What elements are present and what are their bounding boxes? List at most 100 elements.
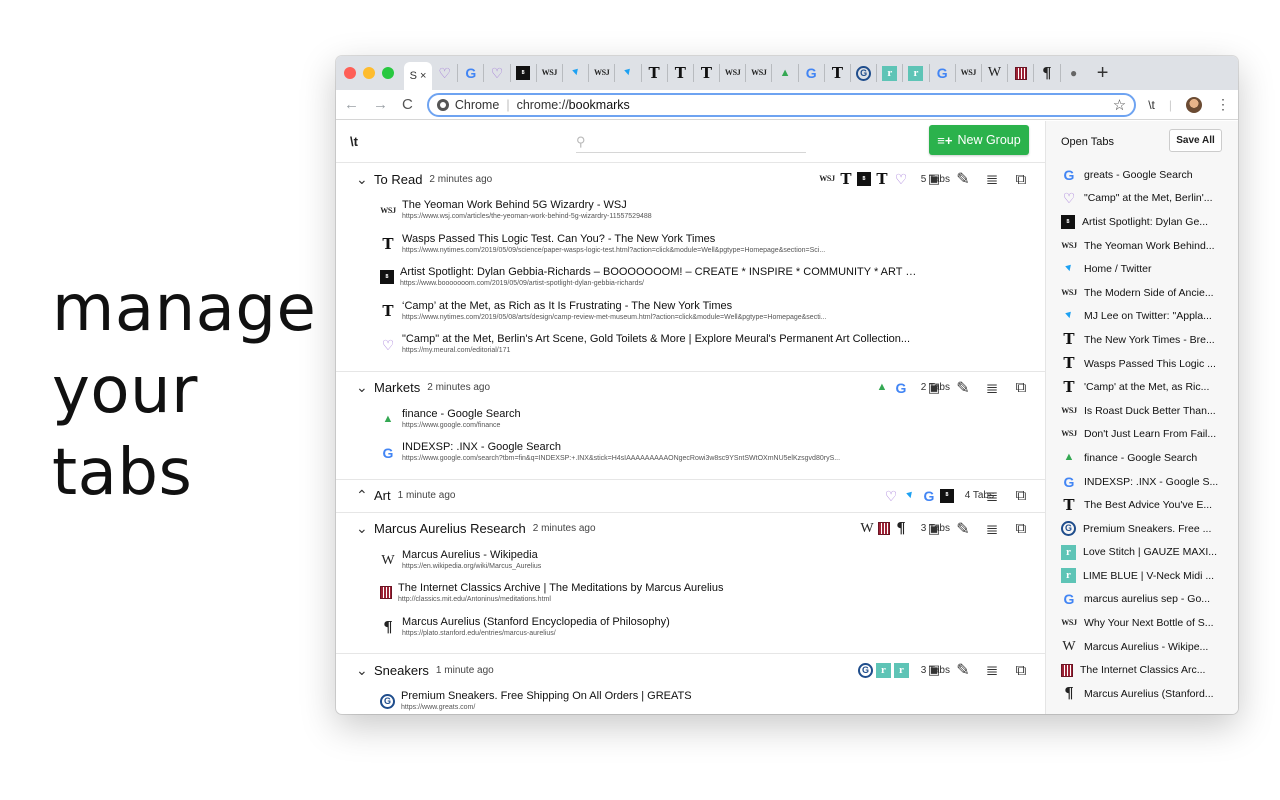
item-title[interactable]: "Camp" at the Met, Berlin's Art Scene, G… [402, 332, 922, 346]
pinned-tab[interactable]: G [851, 64, 878, 82]
pinned-tab[interactable]: ♡ [484, 64, 511, 82]
trash-icon[interactable]: ▣ [926, 380, 942, 396]
group-name[interactable]: Marcus Aurelius Research [374, 521, 526, 536]
open-tab-item[interactable]: ▼ Home / Twitter [1046, 257, 1238, 281]
open-tab-item[interactable]: T The Best Advice You've E... [1046, 493, 1238, 517]
new-group-button[interactable]: ≡+ New Group [929, 125, 1029, 155]
minimize-window-button[interactable] [363, 67, 375, 79]
open-tab-item[interactable]: W Marcus Aurelius - Wikipe... [1046, 635, 1238, 659]
open-tab-item[interactable]: r Love Stitch | GAUZE MAXI... [1046, 541, 1238, 565]
open-tab-item[interactable]: WSJ The Modern Side of Ancie... [1046, 281, 1238, 305]
pinned-tab[interactable]: WSJ [589, 64, 616, 82]
open-external-icon[interactable]: ⧉ [1013, 171, 1029, 188]
open-tab-item[interactable]: ♡ "Camp" at the Met, Berlin'... [1046, 187, 1238, 211]
profile-avatar[interactable] [1186, 96, 1202, 113]
pinned-tab[interactable]: ● [1061, 64, 1087, 82]
open-tab-item[interactable]: r LIME BLUE | V-Neck Midi ... [1046, 564, 1238, 588]
pinned-tab[interactable]: G [458, 64, 485, 82]
pinned-tab[interactable]: G [930, 64, 956, 82]
pinned-tab[interactable]: ▼ [563, 64, 590, 82]
group-name[interactable]: To Read [374, 172, 422, 187]
pinned-tab[interactable]: T [668, 64, 694, 82]
chevron-down-icon[interactable]: ⌄ [356, 520, 372, 537]
menu-dots-icon[interactable]: ⋮ [1216, 96, 1230, 113]
group-name[interactable]: Art [374, 488, 391, 503]
pinned-tab[interactable]: WSJ [537, 64, 563, 82]
close-tab-icon[interactable]: × [420, 70, 426, 82]
pinned-tab[interactable] [1008, 64, 1035, 82]
open-tab-item[interactable]: Ggreats - Google Search [1046, 163, 1238, 187]
list-icon[interactable]: ≣ [984, 488, 1000, 505]
pinned-tab[interactable]: G [799, 64, 825, 82]
pinned-tab[interactable]: ▼ [615, 64, 642, 82]
extension-button[interactable]: \t [1148, 98, 1155, 112]
group-name[interactable]: Markets [374, 380, 420, 395]
item-title[interactable]: INDEXSP: .INX - Google Search [402, 440, 922, 454]
open-tab-item[interactable]: The Internet Classics Arc... [1046, 658, 1238, 682]
pencil-icon[interactable]: ✎ [955, 380, 971, 397]
item-title[interactable]: Premium Sneakers. Free Shipping On All O… [401, 689, 921, 703]
trash-icon[interactable]: ▣ [926, 171, 942, 187]
list-item[interactable]: W Marcus Aurelius - Wikipedia https://en.w… [380, 545, 1045, 579]
pencil-icon[interactable]: ✎ [955, 521, 971, 538]
back-icon[interactable]: ← [344, 96, 359, 113]
zoom-window-button[interactable] [382, 67, 394, 79]
forward-icon[interactable]: → [373, 96, 388, 113]
pinned-tab[interactable]: WSJ [956, 64, 982, 82]
open-tab-item[interactable]: G Premium Sneakers. Free ... [1046, 517, 1238, 541]
chevron-down-icon[interactable]: ⌄ [356, 379, 372, 396]
list-icon[interactable]: ≣ [984, 521, 1000, 538]
open-tab-item[interactable]: ▲ finance - Google Search [1046, 446, 1238, 470]
list-icon[interactable]: ≣ [984, 380, 1000, 397]
pencil-icon[interactable]: ✎ [955, 171, 971, 188]
open-external-icon[interactable]: ⧉ [1013, 520, 1029, 537]
open-tab-item[interactable]: WSJ Why Your Next Bottle of S... [1046, 611, 1238, 635]
bookmark-star-icon[interactable]: ☆ [1113, 96, 1126, 114]
pinned-tab[interactable]: T [825, 64, 851, 82]
open-tab-item[interactable]: T Wasps Passed This Logic ... [1046, 352, 1238, 376]
open-tab-item[interactable]: T The New York Times - Bre... [1046, 328, 1238, 352]
save-all-button[interactable]: Save All [1169, 129, 1222, 152]
list-item[interactable]: The Internet Classics Archive | The Medi… [380, 578, 1045, 612]
open-tab-item[interactable]: B Artist Spotlight: Dylan Ge... [1046, 210, 1238, 234]
chevron-down-icon[interactable]: ⌄ [356, 171, 372, 188]
search-input[interactable]: ⚲ [576, 131, 806, 153]
list-item[interactable]: ¶ Marcus Aurelius (Stanford Encyclopedia … [380, 612, 1045, 646]
list-item[interactable]: G Premium Sneakers. Free Shipping On All … [380, 686, 1045, 714]
list-item[interactable]: T ‘Camp’ at the Met, as Rich as It Is Fru… [380, 296, 1045, 330]
list-item[interactable]: WSJ The Yeoman Work Behind 5G Wizardry - … [380, 195, 1045, 229]
pinned-tab[interactable]: ¶ [1034, 64, 1061, 82]
pinned-tab[interactable]: r [877, 64, 904, 82]
chevron-down-icon[interactable]: ⌄ [356, 662, 372, 679]
pinned-tab[interactable]: T [642, 64, 668, 82]
open-external-icon[interactable]: ⧉ [1013, 487, 1029, 504]
item-title[interactable]: Artist Spotlight: Dylan Gebbia-Richards … [400, 265, 920, 279]
item-title[interactable]: finance - Google Search [402, 407, 922, 421]
open-external-icon[interactable]: ⧉ [1013, 662, 1029, 679]
new-tab-button[interactable]: + [1097, 63, 1109, 83]
open-tab-item[interactable]: ▼ MJ Lee on Twitter: "Appla... [1046, 305, 1238, 329]
address-bar[interactable]: Chrome | chrome://bookmarks ☆ [426, 92, 1137, 117]
pinned-tab[interactable]: T [694, 64, 721, 82]
item-title[interactable]: The Yeoman Work Behind 5G Wizardry - WSJ [402, 198, 922, 212]
item-title[interactable]: Marcus Aurelius (Stanford Encyclopedia o… [402, 615, 922, 629]
open-tab-item[interactable]: WSJ Don't Just Learn From Fail... [1046, 423, 1238, 447]
group-name[interactable]: Sneakers [374, 663, 429, 678]
pinned-tab[interactable]: ▲ [772, 64, 799, 82]
open-tab-item[interactable]: WSJ The Yeoman Work Behind... [1046, 234, 1238, 258]
item-title[interactable]: ‘Camp’ at the Met, as Rich as It Is Frus… [402, 299, 922, 313]
list-item[interactable]: ♡ "Camp" at the Met, Berlin's Art Scene, … [380, 329, 1045, 363]
pinned-tab[interactable]: W [982, 64, 1009, 82]
trash-icon[interactable]: ▣ [926, 662, 942, 678]
active-tab[interactable]: S × [404, 56, 432, 90]
item-title[interactable]: Marcus Aurelius - Wikipedia [402, 548, 922, 562]
list-icon[interactable]: ≣ [984, 662, 1000, 679]
list-item[interactable]: T Wasps Passed This Logic Test. Can You? … [380, 229, 1045, 263]
open-tab-item[interactable]: T 'Camp' at the Met, as Ric... [1046, 375, 1238, 399]
open-tab-item[interactable]: ¶ Marcus Aurelius (Stanford... [1046, 682, 1238, 706]
pinned-tab[interactable]: ♡ [432, 64, 459, 82]
reload-icon[interactable]: C [402, 96, 413, 113]
open-tab-item[interactable]: Gmarcus aurelius sep - Go... [1046, 588, 1238, 612]
list-item[interactable]: B Artist Spotlight: Dylan Gebbia-Richards… [380, 262, 1045, 296]
open-tab-item[interactable]: WSJ Is Roast Duck Better Than... [1046, 399, 1238, 423]
